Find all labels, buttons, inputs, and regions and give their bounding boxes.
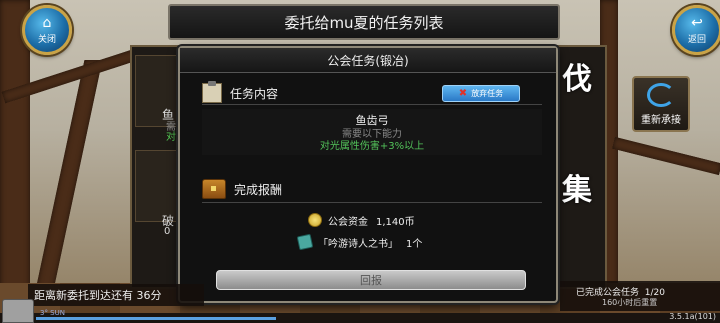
- experience-fill: [36, 317, 276, 320]
- reward-row: 「吟游诗人之书」 1个: [296, 233, 423, 251]
- avatar-text: 3° SUN: [40, 309, 65, 317]
- reset-timer: 160小时后重置: [602, 298, 658, 307]
- close-button-label: 关闭: [37, 34, 56, 45]
- dialog-title-bar: 公会任务(锻冶): [180, 48, 556, 73]
- dialog-title: 公会任务(锻冶): [327, 53, 409, 68]
- avatar[interactable]: [2, 299, 34, 323]
- task-detail-box: 鱼齿弓 需要以下能力 对光属性伤害+3%以上: [202, 109, 542, 155]
- new-request-text: 距离新委托到达还有 36分: [34, 289, 162, 302]
- reward-header: 完成报酬: [202, 176, 542, 203]
- reaccept-button[interactable]: 重新承接: [632, 76, 690, 132]
- background-item-sub: 0: [164, 226, 171, 237]
- reward-label: 公会资金: [328, 216, 368, 228]
- treasure-chest-icon: [202, 179, 226, 199]
- page-title-bar: 委托给mu夏的任务列表: [168, 4, 560, 40]
- reward-value: 1个: [406, 238, 423, 250]
- background-big-char: 伐: [562, 62, 592, 97]
- reward-label: 完成报酬: [234, 182, 283, 197]
- abandon-task-label: 放弃任务: [471, 89, 504, 98]
- book-icon: [296, 233, 314, 251]
- background-big-char: 集: [562, 173, 592, 208]
- background-item-sub: 对: [166, 132, 176, 143]
- back-button[interactable]: ↩ 返回: [672, 5, 720, 55]
- refresh-icon: [647, 82, 675, 107]
- clipboard-icon: [202, 81, 222, 103]
- reward-label: 「吟游诗人之书」: [318, 238, 398, 250]
- guild-task-dialog: 公会任务(锻冶) 任务内容 ✖ 放弃任务 鱼齿弓 需要以下能力 对光属性伤害+3…: [178, 46, 558, 303]
- reward-row: 公会资金 1,140币: [308, 212, 415, 228]
- receive-reward-label: 回报: [360, 274, 382, 287]
- close-icon: ✖: [458, 88, 468, 99]
- task-attribute: 对光属性伤害+3%以上: [319, 141, 425, 152]
- coin-icon: [308, 213, 322, 227]
- receive-reward-button[interactable]: 回报: [216, 270, 526, 290]
- abandon-task-button[interactable]: ✖ 放弃任务: [442, 85, 520, 102]
- reward-value: 1,140币: [376, 216, 415, 228]
- completed-task-status: 已完成公会任务 1/20 160小时后重置: [560, 281, 720, 311]
- page-title: 委托给mu夏的任务列表: [284, 13, 444, 32]
- close-button[interactable]: ⌂ 关闭: [22, 5, 72, 55]
- back-icon: ↩: [691, 14, 703, 31]
- home-icon: ⌂: [42, 14, 52, 31]
- version-label: 3.5.1a(101): [669, 312, 716, 321]
- back-button-label: 返回: [687, 34, 706, 45]
- task-content-label: 任务内容: [230, 86, 279, 101]
- new-request-timer: 距离新委托到达还有 36分: [28, 284, 204, 306]
- wooden-beam: [0, 0, 30, 323]
- reaccept-label: 重新承接: [641, 114, 681, 126]
